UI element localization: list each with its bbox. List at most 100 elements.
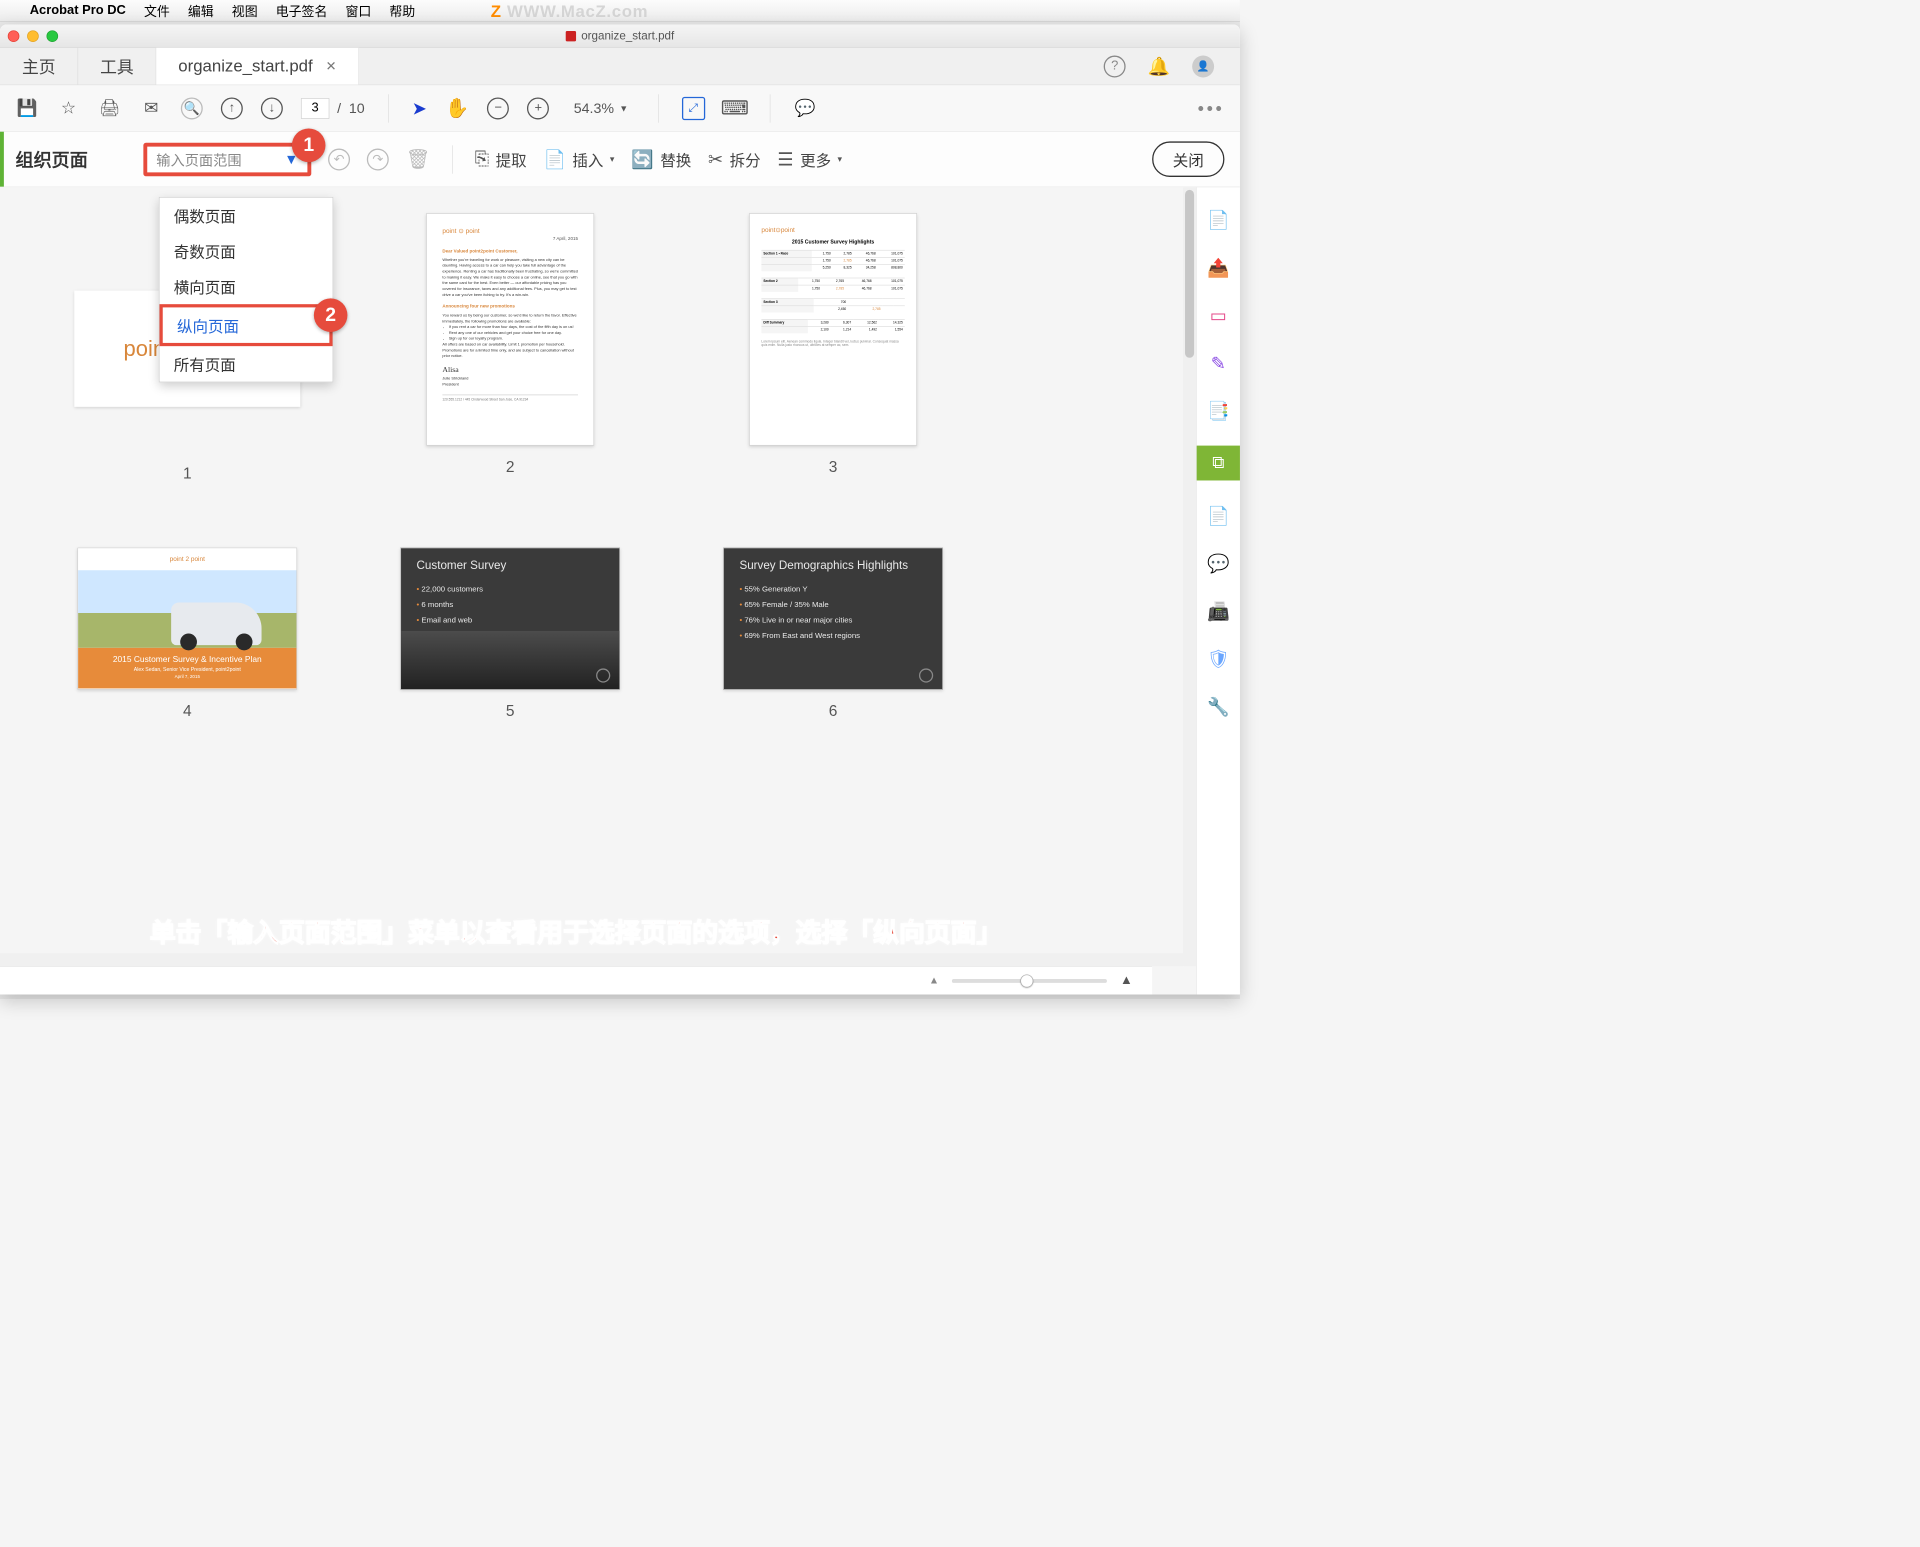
- right-tool-rail: 📄 📤 ▭ ✎ 📑 ⧉ 📄 💬 📠 🛡 🔧: [1196, 187, 1240, 994]
- menu-landscape-pages[interactable]: 横向页面: [160, 268, 333, 304]
- page-down-icon[interactable]: ↓: [261, 97, 283, 119]
- create-pdf-icon[interactable]: 📄: [1205, 207, 1231, 233]
- tab-document-label: organize_start.pdf: [178, 56, 312, 76]
- wheel-icon: [919, 668, 933, 682]
- horizontal-scrollbar[interactable]: [0, 953, 1183, 966]
- zoom-out-icon[interactable]: −: [487, 97, 509, 119]
- menu-window[interactable]: 窗口: [345, 1, 371, 20]
- protect-icon[interactable]: 🛡: [1205, 646, 1231, 672]
- page-number: 6: [829, 703, 838, 721]
- menu-all-pages[interactable]: 所有页面: [160, 346, 333, 382]
- comment-tool-icon[interactable]: 📄: [1205, 502, 1231, 528]
- page-number: 5: [506, 703, 515, 721]
- menu-portrait-label: 纵向页面: [177, 318, 239, 335]
- page-up-icon[interactable]: ↑: [221, 97, 243, 119]
- instruction-overlay: 单击「输入页面范围」菜单以查看用于选择页面的选项，选择「纵向页面」: [0, 912, 1152, 949]
- fit-page-icon[interactable]: ⤢: [682, 97, 705, 120]
- search-icon[interactable]: 🔍: [181, 97, 203, 119]
- tab-close-icon[interactable]: ✕: [326, 58, 337, 74]
- separator: [658, 94, 659, 122]
- page-thumb-3[interactable]: point⊙point 2015 Customer Survey Highlig…: [685, 213, 982, 483]
- organize-pages-icon[interactable]: ⧉: [1196, 446, 1240, 481]
- sticky-note-icon[interactable]: 💬: [1205, 550, 1231, 576]
- sign-icon[interactable]: ✎: [1205, 350, 1231, 376]
- zoom-in-icon[interactable]: +: [527, 97, 549, 119]
- insert-button[interactable]: 📄插入▾: [543, 148, 614, 171]
- replace-button[interactable]: 🔄替换: [631, 148, 691, 171]
- titlebar: organize_start.pdf: [0, 25, 1240, 48]
- keyboard-icon[interactable]: ⌨: [723, 97, 746, 120]
- separator: [452, 145, 453, 173]
- extract-label: 提取: [496, 148, 527, 171]
- extract-icon: ⎘: [475, 149, 489, 170]
- menu-edit[interactable]: 编辑: [188, 1, 214, 20]
- wheel-icon: [596, 668, 610, 682]
- split-button[interactable]: ✂ 拆分: [708, 148, 761, 171]
- separator: [388, 94, 389, 122]
- zoom-slider-thumb[interactable]: [1020, 974, 1033, 987]
- select-tool-icon[interactable]: ➤: [412, 98, 427, 119]
- replace-icon: 🔄: [631, 149, 654, 170]
- mac-menubar[interactable]: Acrobat Pro DC 文件 编辑 视图 电子签名 窗口 帮助 Z WWW…: [0, 0, 1240, 22]
- page-number-input[interactable]: [301, 98, 329, 119]
- mail-icon[interactable]: ✉: [139, 97, 162, 120]
- tab-document[interactable]: organize_start.pdf ✕: [156, 48, 359, 85]
- more-label: 更多: [800, 148, 831, 171]
- menu-esign[interactable]: 电子签名: [276, 1, 328, 20]
- tabbar: 主页 工具 organize_start.pdf ✕ ? 🔔 👤: [0, 48, 1240, 85]
- insert-label: 插入: [572, 148, 603, 171]
- tab-home[interactable]: 主页: [0, 48, 78, 85]
- tab-tools[interactable]: 工具: [78, 48, 156, 85]
- page-number: 3: [829, 459, 838, 477]
- star-icon[interactable]: ☆: [57, 97, 80, 120]
- zoom-slider[interactable]: [952, 979, 1107, 983]
- split-label: 拆分: [730, 148, 761, 171]
- more-tools-rail-icon[interactable]: 🔧: [1205, 694, 1231, 720]
- export-pdf-icon[interactable]: 📤: [1205, 254, 1231, 280]
- organize-toolbar: 组织页面 输入页面范围 ▼ 1 偶数页面 奇数页面 横向页面 纵向页面 2 所有…: [0, 132, 1240, 188]
- menu-view[interactable]: 视图: [232, 1, 258, 20]
- accent-bar: [0, 132, 4, 187]
- callout-2: 2: [314, 298, 348, 332]
- zoom-bar: ▲ ▲: [0, 966, 1152, 994]
- extract-button[interactable]: ⎘ 提取: [475, 148, 527, 171]
- save-icon[interactable]: 💾: [15, 97, 38, 120]
- help-icon[interactable]: ?: [1104, 55, 1126, 77]
- page-thumb-6[interactable]: Survey Demographics Highlights 55% Gener…: [685, 548, 982, 721]
- more-button[interactable]: ☰更多▾: [777, 148, 842, 171]
- app-window: organize_start.pdf 主页 工具 organize_start.…: [0, 25, 1240, 995]
- thumb-small-icon[interactable]: ▲: [929, 975, 939, 987]
- thumb-large-icon[interactable]: ▲: [1120, 973, 1133, 988]
- hand-tool-icon[interactable]: ✋: [445, 97, 469, 120]
- close-panel-button[interactable]: 关闭: [1152, 141, 1224, 177]
- delete-icon[interactable]: 🗑: [406, 148, 431, 171]
- notifications-icon[interactable]: 🔔: [1148, 56, 1171, 77]
- print-icon[interactable]: 🖨: [98, 97, 121, 120]
- page-thumb-4[interactable]: point 2 point 2015 Customer Survey & Inc…: [39, 548, 336, 721]
- account-avatar-icon[interactable]: 👤: [1192, 55, 1214, 77]
- scrollbar-thumb[interactable]: [1185, 190, 1194, 358]
- menu-file[interactable]: 文件: [144, 1, 170, 20]
- zoom-dropdown[interactable]: 54.3% ▼: [567, 97, 634, 119]
- vertical-scrollbar[interactable]: [1183, 187, 1196, 966]
- comment-icon[interactable]: 💬: [793, 97, 816, 120]
- organize-title: 组织页面: [15, 146, 87, 172]
- more-tools-icon[interactable]: •••: [1198, 98, 1225, 119]
- pdf-file-icon: [566, 31, 576, 41]
- page-thumb-5[interactable]: Customer Survey 22,000 customers6 months…: [362, 548, 659, 721]
- page-range-dropdown[interactable]: 输入页面范围 ▼ 1: [143, 142, 311, 176]
- zoom-value: 54.3%: [574, 100, 614, 117]
- app-name[interactable]: Acrobat Pro DC: [30, 3, 126, 18]
- rotate-ccw-icon[interactable]: ↶: [328, 148, 350, 170]
- menu-odd-pages[interactable]: 奇数页面: [160, 233, 333, 269]
- edit-pdf-icon[interactable]: ▭: [1205, 302, 1231, 328]
- scissors-icon: ✂: [708, 149, 723, 170]
- rotate-cw-icon[interactable]: ↷: [367, 148, 389, 170]
- menu-help[interactable]: 帮助: [389, 1, 415, 20]
- window-title-text: organize_start.pdf: [581, 29, 674, 43]
- menu-even-pages[interactable]: 偶数页面: [160, 197, 333, 233]
- scan-ocr-icon[interactable]: 📠: [1205, 598, 1231, 624]
- menu-portrait-pages[interactable]: 纵向页面 2: [160, 304, 333, 346]
- page-thumb-2[interactable]: point⊙point 7 April, 2015 Dear Valued po…: [362, 213, 659, 483]
- combine-icon[interactable]: 📑: [1205, 398, 1231, 424]
